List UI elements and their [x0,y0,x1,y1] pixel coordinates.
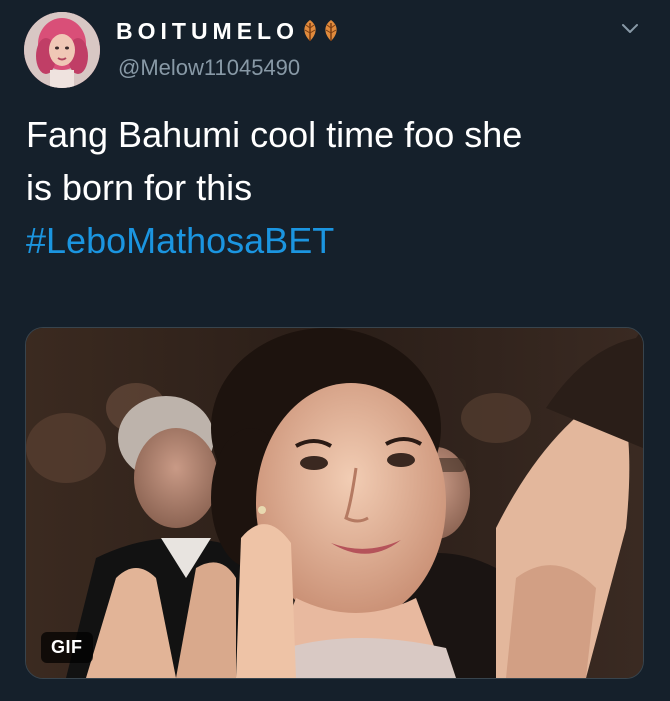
clapping-woman-gif [26,328,643,678]
tweet-text-line: is born for this [26,167,253,208]
hashtag-link[interactable]: #LeboMathosaBET [26,214,646,267]
avatar-image [24,12,100,88]
chevron-down-icon[interactable] [618,17,642,41]
leaf-icon [321,19,341,43]
tweet-text-line: Fang Bahumi cool time foo she [26,114,523,155]
avatar[interactable] [24,12,100,88]
gif-media[interactable]: GIF [25,327,644,679]
tweet-card[interactable]: BOITUMELO @Melow11045490 Fang Bahumi coo… [0,0,670,701]
display-name[interactable]: BOITUMELO [116,18,299,45]
tweet-text: Fang Bahumi cool time foo she is born fo… [26,108,646,267]
leaf-icon [300,19,320,43]
display-name-row: BOITUMELO [116,16,341,46]
gif-badge: GIF [41,632,93,663]
user-handle[interactable]: @Melow11045490 [118,55,300,81]
